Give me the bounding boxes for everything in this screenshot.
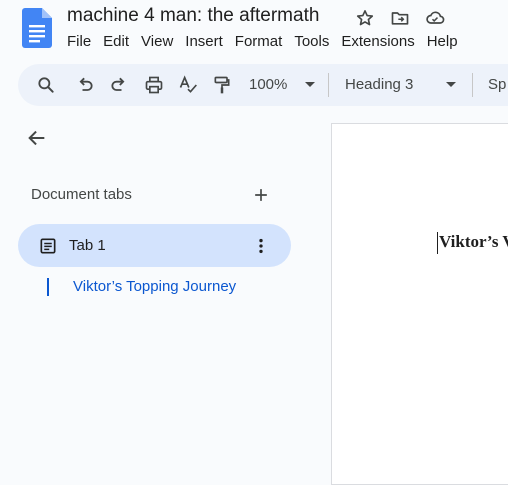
menu-format[interactable]: Format: [235, 33, 283, 50]
move-to-folder-icon[interactable]: [390, 8, 410, 28]
zoom-chevron-down-icon[interactable]: [305, 82, 315, 87]
text-cursor: [437, 232, 438, 254]
print-icon[interactable]: [144, 75, 164, 95]
back-arrow-icon[interactable]: [26, 127, 48, 149]
menu-extensions[interactable]: Extensions: [341, 33, 414, 50]
paragraph-style-select[interactable]: Heading 3: [345, 76, 413, 93]
document-title[interactable]: machine 4 man: the aftermath: [67, 5, 319, 27]
toolbar-divider: [472, 73, 473, 97]
document-page[interactable]: [331, 123, 508, 485]
zoom-select[interactable]: 100%: [249, 76, 287, 93]
add-icon[interactable]: [251, 185, 271, 205]
undo-icon[interactable]: [75, 75, 95, 95]
spellcheck-icon[interactable]: [178, 75, 198, 95]
tab-label: Tab 1: [69, 237, 106, 254]
more-vert-icon[interactable]: [251, 236, 271, 256]
outline-item[interactable]: Viktor’s Topping Journey: [73, 278, 236, 295]
menu-file[interactable]: File: [67, 33, 91, 50]
menu-help[interactable]: Help: [427, 33, 458, 50]
paint-format-icon[interactable]: [212, 75, 232, 95]
document-tabs-heading: Document tabs: [31, 186, 132, 203]
menu-edit[interactable]: Edit: [103, 33, 129, 50]
search-icon[interactable]: [36, 75, 56, 95]
docs-logo-icon[interactable]: [22, 8, 52, 48]
font-select[interactable]: Sp: [488, 76, 506, 93]
outline-active-indicator: [47, 278, 49, 296]
toolbar-divider: [328, 73, 329, 97]
redo-icon[interactable]: [109, 75, 129, 95]
menu-bar: File Edit View Insert Format Tools Extensions H…: [67, 33, 470, 50]
menu-tools[interactable]: Tools: [294, 33, 329, 50]
menu-insert[interactable]: Insert: [185, 33, 223, 50]
cloud-status-icon[interactable]: [425, 8, 445, 28]
menu-view[interactable]: View: [141, 33, 173, 50]
star-icon[interactable]: [355, 8, 375, 28]
document-icon: [38, 236, 58, 256]
style-chevron-down-icon[interactable]: [446, 82, 456, 87]
document-heading[interactable]: Viktor’s V: [439, 232, 508, 252]
